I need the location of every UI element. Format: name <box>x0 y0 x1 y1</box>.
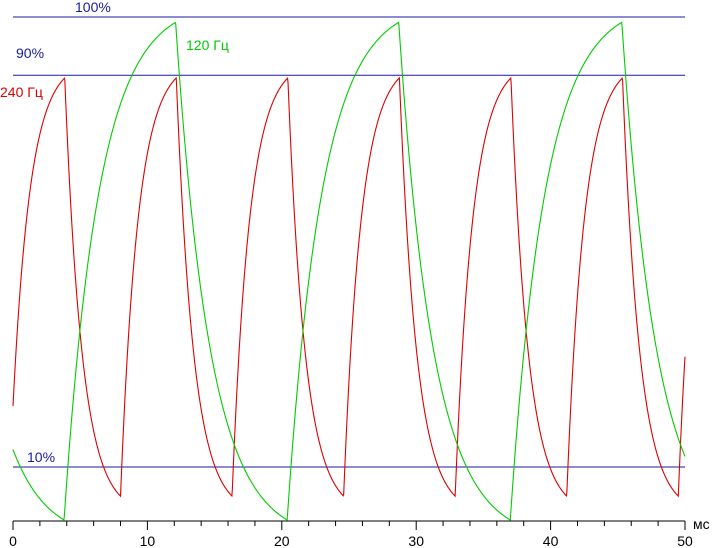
reference-label-90pct: 90% <box>16 45 44 61</box>
reference-label-100pct: 100% <box>75 0 111 15</box>
x-axis-unit-label: мс <box>693 516 710 532</box>
x-tick-label: 50 <box>677 533 693 548</box>
x-tick-label: 10 <box>140 533 156 548</box>
x-tick-label: 40 <box>543 533 559 548</box>
x-axis: 0 10 20 30 40 50мс <box>9 516 710 548</box>
series-line-120hz <box>12 21 686 521</box>
response-time-chart: 0 10 20 30 40 50мс 100% 90% 10% 240 Гц 120 Гц <box>0 0 710 548</box>
reference-lines <box>13 16 685 468</box>
x-tick-label: 30 <box>408 533 424 548</box>
series-layer <box>12 21 686 521</box>
x-tick-label: 20 <box>274 533 290 548</box>
x-tick-label: 0 <box>9 533 17 548</box>
series-label-120hz: 120 Гц <box>186 37 229 53</box>
series-line-240hz <box>12 76 686 498</box>
annotation-labels: 100% 90% 10% 240 Гц 120 Гц <box>0 0 229 465</box>
series-label-240hz: 240 Гц <box>0 84 43 100</box>
reference-label-10pct: 10% <box>27 449 55 465</box>
